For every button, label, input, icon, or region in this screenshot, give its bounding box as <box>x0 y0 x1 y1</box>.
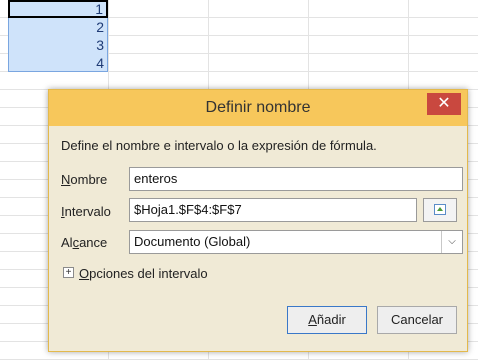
scope-selected-value: Documento (Global) <box>134 234 251 249</box>
expand-plus-icon[interactable]: + <box>63 267 74 278</box>
scope-label: Alcance <box>61 235 108 250</box>
chevron-down-icon[interactable]: ⌵ <box>441 231 462 253</box>
dialog-title: Definir nombre <box>205 99 311 116</box>
shrink-icon <box>434 204 446 215</box>
dialog-titlebar[interactable]: Definir nombre ✕ <box>49 90 467 126</box>
add-button[interactable]: Añadir <box>287 306 367 334</box>
cell-f7[interactable]: 4 <box>8 54 108 72</box>
close-button[interactable]: ✕ <box>427 93 461 115</box>
name-label: Nombre <box>61 172 108 187</box>
scope-select[interactable]: Documento (Global) ⌵ <box>129 230 463 254</box>
range-input[interactable]: $Hoja1.$F$4:$F$7 <box>129 198 417 222</box>
dialog-description: Define el nombre e intervalo o la expres… <box>61 138 377 153</box>
close-icon: ✕ <box>437 95 451 112</box>
cell-f4[interactable]: 1 <box>8 0 108 18</box>
cancel-button[interactable]: Cancelar <box>377 306 457 334</box>
range-options-expander[interactable]: Opciones del intervalo <box>79 266 208 281</box>
cell-f6[interactable]: 3 <box>8 36 108 54</box>
grid-row <box>0 72 478 90</box>
range-label: Intervalo <box>61 204 111 219</box>
name-input[interactable]: enteros <box>129 167 463 191</box>
cell-f5[interactable]: 2 <box>8 18 108 36</box>
shrink-range-button[interactable] <box>423 198 457 222</box>
define-name-dialog: Definir nombre ✕ Define el nombre e inte… <box>48 89 468 352</box>
